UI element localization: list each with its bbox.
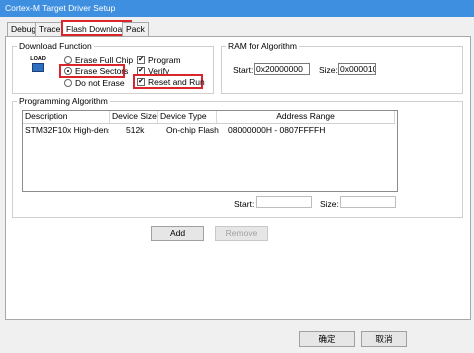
ram-start-input[interactable]: 0x20000000 <box>254 63 310 75</box>
window-title: Cortex-M Target Driver Setup <box>5 3 116 13</box>
add-button[interactable]: Add <box>151 226 204 241</box>
title-bar: Cortex-M Target Driver Setup <box>0 0 474 17</box>
ok-button[interactable]: 确定 <box>299 331 355 347</box>
remove-button[interactable]: Remove <box>215 226 268 241</box>
checkbox-reset-and-run[interactable]: ✔ <box>137 78 145 86</box>
label-erase-sectors: Erase Sectors <box>75 66 129 76</box>
label-program: Program <box>148 55 181 65</box>
checkbox-program[interactable]: ✔ <box>137 56 145 64</box>
row-description: STM32F10x High-dens... <box>25 125 109 135</box>
tab-pack[interactable]: Pack <box>122 22 149 37</box>
radio-do-not-erase[interactable] <box>64 79 72 87</box>
ram-start-label: Start: <box>233 65 254 75</box>
alg-start-label: Start: <box>234 199 255 209</box>
col-device-size[interactable]: Device Size <box>110 111 158 123</box>
tab-trace[interactable]: Trace <box>35 22 65 37</box>
ram-size-label: Size: <box>319 65 338 75</box>
ram-title: RAM for Algorithm <box>226 41 299 51</box>
table-row[interactable]: STM32F10x High-dens... 512k On-chip Flas… <box>23 124 395 136</box>
row-range: 08000000H - 0807FFFFH <box>228 125 326 135</box>
download-function-title: Download Function <box>17 41 94 51</box>
col-device-type[interactable]: Device Type <box>158 111 217 123</box>
col-description[interactable]: Description <box>23 111 110 123</box>
label-do-not-erase: Do not Erase <box>75 78 125 88</box>
load-icon-text: LOAD <box>30 56 46 62</box>
programming-algorithm-title: Programming Algorithm <box>17 96 110 106</box>
col-address-range[interactable]: Address Range <box>217 111 395 123</box>
ram-size-input[interactable]: 0x0000100 <box>338 63 376 75</box>
radio-erase-full-chip[interactable] <box>64 56 72 64</box>
load-icon: LOAD <box>28 56 48 74</box>
alg-size-input[interactable] <box>340 196 396 208</box>
cancel-button[interactable]: 取消 <box>361 331 407 347</box>
row-size: 512k <box>126 125 145 135</box>
row-type: On-chip Flash <box>166 125 219 135</box>
radio-erase-sectors[interactable] <box>64 67 72 75</box>
alg-start-input[interactable] <box>256 196 312 208</box>
alg-size-label: Size: <box>320 199 339 209</box>
label-reset-and-run: Reset and Run <box>148 77 205 87</box>
